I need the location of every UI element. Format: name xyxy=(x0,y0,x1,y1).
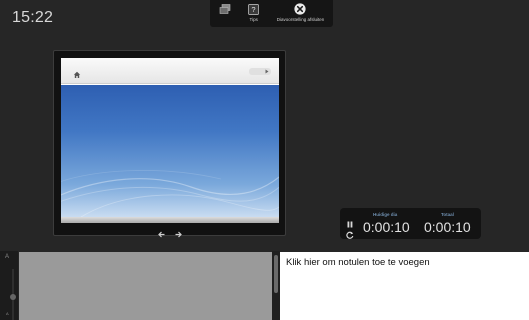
current-slide[interactable] xyxy=(61,58,279,223)
wave-decoration xyxy=(61,170,279,218)
divider-handle[interactable] xyxy=(274,255,278,293)
next-slide-button[interactable] xyxy=(175,225,182,238)
home-icon xyxy=(73,66,81,84)
reset-icon xyxy=(346,231,354,239)
tips-button-label: Tips xyxy=(249,17,258,22)
notes-zoom-strip: A A xyxy=(0,251,18,320)
close-icon xyxy=(294,3,307,15)
slides-icon xyxy=(219,3,231,15)
end-slideshow-label: Diavoorstelling afsluiten xyxy=(276,17,325,22)
slides-button[interactable] xyxy=(219,3,231,25)
notes-panel[interactable]: Klik hier om notulen toe te voegen xyxy=(280,252,529,320)
panel-divider[interactable] xyxy=(272,251,280,320)
arrow-left-icon xyxy=(157,231,164,238)
zoom-large-label: A xyxy=(5,254,10,260)
total-time: 0:00:10 xyxy=(424,219,471,235)
slide-footer xyxy=(61,217,279,223)
total-time-label: Totaal xyxy=(441,212,454,217)
notes-placeholder[interactable]: Klik hier om notulen toe te voegen xyxy=(286,257,430,268)
address-field xyxy=(249,68,271,75)
clock: 15:22 xyxy=(12,9,54,26)
slide-background xyxy=(61,85,279,218)
tips-icon: ? xyxy=(248,3,260,15)
reset-timer-button[interactable] xyxy=(346,226,354,244)
end-slideshow-button[interactable]: Diavoorstelling afsluiten xyxy=(276,3,325,25)
slide-browser-bar xyxy=(61,58,279,84)
next-slide-preview xyxy=(19,252,272,320)
previous-slide-button[interactable] xyxy=(157,225,165,238)
play-icon xyxy=(265,69,269,74)
current-slide-time-label: Huidige dia xyxy=(373,212,398,217)
tips-button[interactable]: ? Tips xyxy=(248,3,260,25)
current-slide-time: 0:00:10 xyxy=(363,219,410,235)
presentation-timer: Huidige dia Totaal 0:00:10 0:00:10 xyxy=(340,208,481,239)
arrow-right-icon xyxy=(175,231,182,238)
tips-glyph: ? xyxy=(252,5,256,14)
slide-navigation xyxy=(54,225,285,238)
zoom-slider-handle[interactable] xyxy=(10,294,16,300)
zoom-small-label: A xyxy=(6,311,9,316)
current-slide-frame xyxy=(53,50,286,238)
presenter-toolbar: ? Tips Diavoorstelling afsluiten xyxy=(210,0,333,27)
